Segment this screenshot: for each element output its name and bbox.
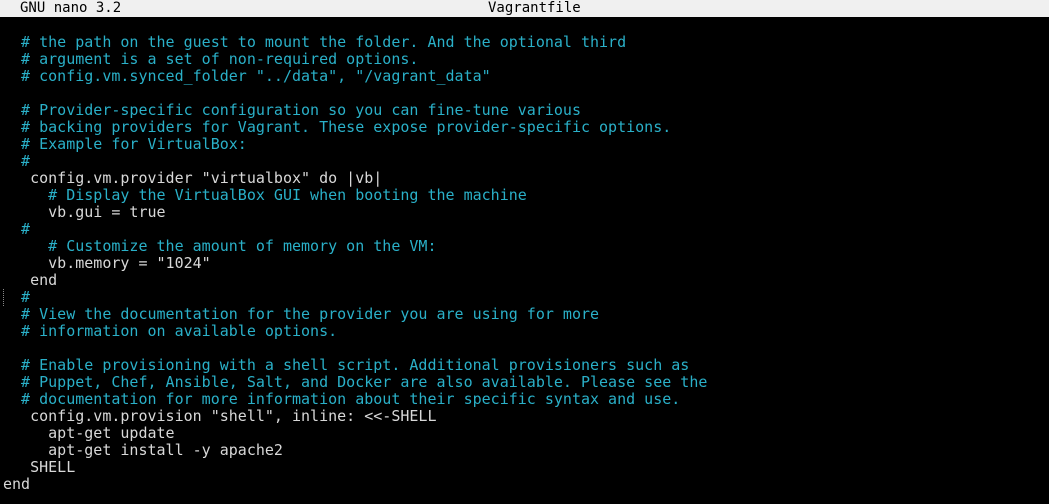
file-name: Vagrantfile — [488, 0, 581, 16]
editor-line[interactable]: # — [3, 289, 1043, 306]
editor-text-area[interactable]: # the path on the guest to mount the fol… — [3, 34, 1043, 494]
editor-line[interactable]: config.vm.provider "virtualbox" do |vb| — [3, 170, 1043, 187]
editor-line[interactable]: # Display the VirtualBox GUI when bootin… — [3, 187, 1043, 204]
editor-line[interactable]: vb.gui = true — [3, 204, 1043, 221]
editor-line[interactable]: end — [3, 476, 1043, 493]
editor-line[interactable]: SHELL — [3, 459, 1043, 476]
editor-line[interactable]: # — [3, 221, 1043, 238]
editor-line[interactable]: # documentation for more information abo… — [3, 391, 1043, 408]
editor-line[interactable]: # Enable provisioning with a shell scrip… — [3, 357, 1043, 374]
app-name: GNU nano 3.2 — [20, 0, 122, 16]
editor-line[interactable]: # — [3, 153, 1043, 170]
editor-line[interactable]: # Example for VirtualBox: — [3, 136, 1043, 153]
editor-line[interactable]: config.vm.provision "shell", inline: <<-… — [3, 408, 1043, 425]
editor-line[interactable]: # Provider-specific configuration so you… — [3, 102, 1043, 119]
title-bar: GNU nano 3.2 Vagrantfile — [0, 0, 1049, 17]
editor-line[interactable]: # Puppet, Chef, Ansible, Salt, and Docke… — [3, 374, 1043, 391]
editor-line[interactable] — [3, 85, 1043, 102]
editor-line[interactable]: apt-get update — [3, 425, 1043, 442]
editor-line[interactable]: apt-get install -y apache2 — [3, 442, 1043, 459]
editor-line[interactable]: # the path on the guest to mount the fol… — [3, 34, 1043, 51]
editor-line[interactable]: end — [3, 272, 1043, 289]
editor-line[interactable]: # argument is a set of non-required opti… — [3, 51, 1043, 68]
editor-line[interactable]: # information on available options. — [3, 323, 1043, 340]
text-cursor — [3, 289, 5, 306]
editor-line[interactable] — [3, 340, 1043, 357]
editor-line[interactable]: # View the documentation for the provide… — [3, 306, 1043, 323]
editor-line[interactable]: # backing providers for Vagrant. These e… — [3, 119, 1043, 136]
editor-line[interactable]: # config.vm.synced_folder "../data", "/v… — [3, 68, 1043, 85]
editor-line[interactable]: vb.memory = "1024" — [3, 255, 1043, 272]
editor-line[interactable]: # Customize the amount of memory on the … — [3, 238, 1043, 255]
